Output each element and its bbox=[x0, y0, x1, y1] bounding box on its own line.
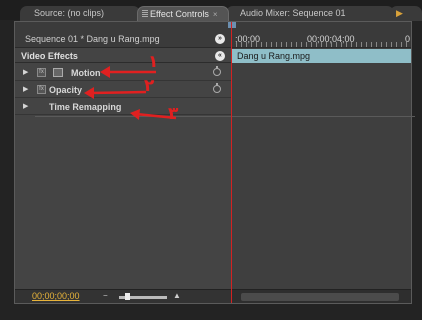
video-effects-label: Video Effects bbox=[21, 51, 78, 61]
annotation-arrow-2 bbox=[84, 87, 147, 99]
expand-triangle-icon[interactable]: ▶ bbox=[23, 102, 28, 110]
show-timeline-button[interactable]: » bbox=[215, 34, 225, 44]
sequence-header: Sequence 01 * Dang u Rang.mpg » bbox=[15, 22, 231, 48]
current-time-display[interactable]: 00;00;00;00 bbox=[32, 291, 80, 301]
fx-toggle-icon[interactable]: fx bbox=[37, 85, 46, 94]
panel-menu-icon: ▶ bbox=[396, 8, 403, 18]
panel-tab-bar: Source: (no clips) Audio Mixer: Sequence… bbox=[0, 0, 422, 21]
annotation-number-2: ٢ bbox=[144, 76, 155, 96]
timeline-pane: ;00;00 00;00;04;00 0 Dang u Rang.mpg bbox=[231, 22, 411, 303]
tab-effect-controls-label: Effect Controls bbox=[150, 9, 209, 19]
clip-bar[interactable]: Dang u Rang.mpg bbox=[231, 49, 411, 63]
close-tab-icon[interactable]: × bbox=[213, 8, 218, 22]
status-bar: 00;00;00;00 − ▲ bbox=[15, 289, 231, 303]
fx-toggle-icon[interactable]: fx bbox=[37, 68, 46, 77]
annotation-number-3: ٣ bbox=[168, 104, 179, 124]
motion-icon[interactable] bbox=[53, 68, 63, 77]
playhead-line[interactable] bbox=[231, 22, 232, 303]
zoom-out-icon[interactable]: − bbox=[103, 291, 108, 300]
timeline-scrollbar[interactable] bbox=[231, 289, 411, 303]
video-effects-header: Video Effects « bbox=[15, 49, 231, 63]
expand-triangle-icon[interactable]: ▶ bbox=[23, 85, 28, 93]
tab-effect-controls[interactable]: Effect Controls × bbox=[137, 6, 229, 21]
divider bbox=[35, 116, 415, 117]
panel-menu-button[interactable]: ▶ bbox=[390, 6, 422, 21]
ruler-ticks bbox=[231, 42, 411, 47]
playhead-handle[interactable] bbox=[228, 22, 236, 28]
zoom-slider-handle[interactable] bbox=[125, 293, 130, 300]
grip-icon bbox=[142, 10, 148, 18]
zoom-in-icon[interactable]: ▲ bbox=[173, 291, 181, 300]
tab-audio-mixer[interactable]: Audio Mixer: Sequence 01 bbox=[226, 6, 394, 21]
expand-triangle-icon[interactable]: ▶ bbox=[23, 68, 28, 76]
effect-name: Time Remapping bbox=[49, 102, 122, 112]
effect-name: Motion bbox=[71, 68, 101, 78]
zoom-slider[interactable] bbox=[119, 293, 167, 300]
time-ruler[interactable]: ;00;00 00;00;04;00 0 bbox=[231, 22, 411, 48]
annotation-number-1: ١ bbox=[148, 52, 159, 72]
tab-source[interactable]: Source: (no clips) bbox=[20, 6, 140, 21]
reset-stopwatch-icon[interactable] bbox=[213, 66, 221, 76]
reset-stopwatch-icon[interactable] bbox=[213, 83, 221, 93]
effect-controls-panel: Sequence 01 * Dang u Rang.mpg » Video Ef… bbox=[14, 21, 415, 304]
sequence-clip-label: Sequence 01 * Dang u Rang.mpg bbox=[25, 34, 160, 44]
tab-source-label: Source: (no clips) bbox=[34, 8, 105, 18]
collapse-button[interactable]: « bbox=[215, 51, 225, 61]
tab-audio-mixer-label: Audio Mixer: Sequence 01 bbox=[240, 8, 346, 18]
scrollbar-thumb[interactable] bbox=[241, 293, 399, 301]
effect-name: Opacity bbox=[49, 85, 83, 95]
